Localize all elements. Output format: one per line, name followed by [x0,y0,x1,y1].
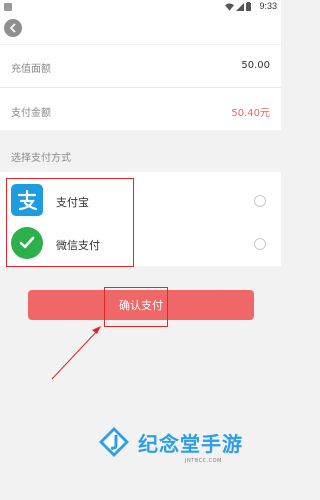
watermark: 纪念堂手游 JNTBCC.COM [84,424,281,500]
watermark-logo-icon [99,427,129,457]
watermark-text: 纪念堂手游 [138,432,243,456]
watermark-sub: JNTBCC.COM [185,458,222,464]
